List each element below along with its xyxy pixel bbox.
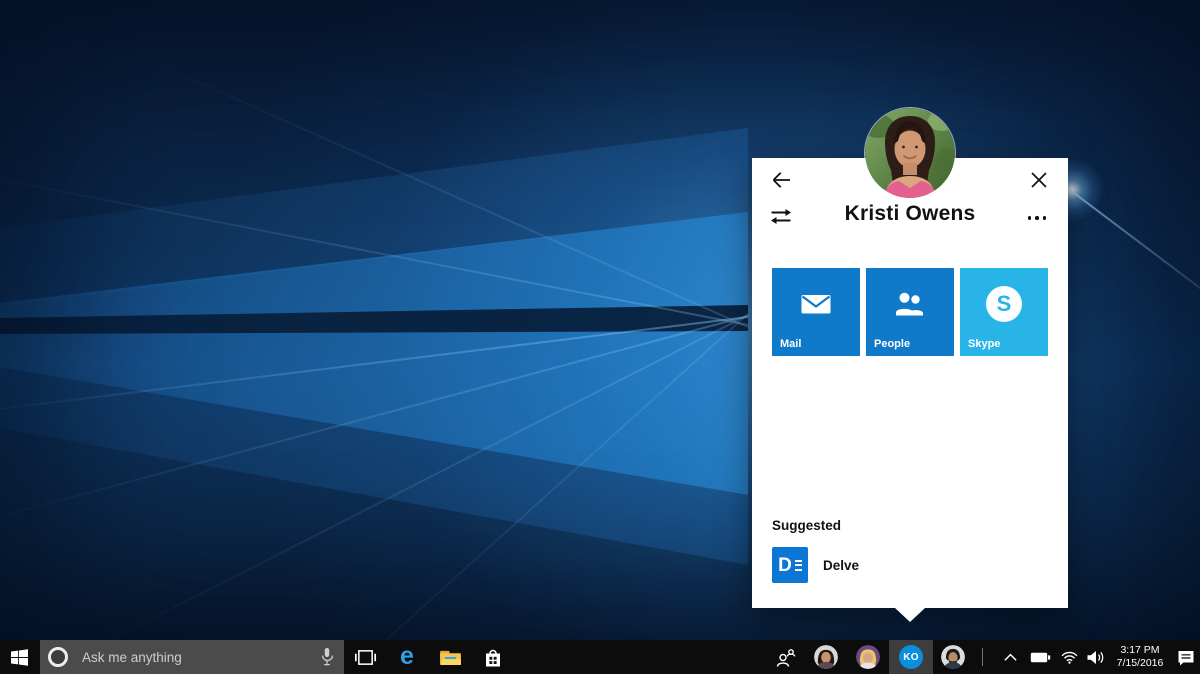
wallpaper-light-beam <box>227 313 749 674</box>
wallpaper-light-beam <box>108 41 748 328</box>
battery-status-button[interactable] <box>1026 640 1054 674</box>
tray-divider <box>982 648 983 666</box>
mail-icon <box>800 292 832 316</box>
mail-tile[interactable]: Mail <box>772 268 860 356</box>
clock-date: 7/15/2016 <box>1117 657 1164 670</box>
suggested-app-delve[interactable]: D Delve <box>772 547 859 583</box>
volume-icon <box>1087 650 1105 665</box>
tile-label: People <box>874 338 910 350</box>
skype-icon: S <box>986 286 1022 322</box>
battery-icon <box>1030 652 1051 663</box>
windows-logo-icon <box>11 649 28 666</box>
contact-photo <box>941 645 965 669</box>
store-icon <box>483 647 503 668</box>
suggested-app-label: Delve <box>823 558 859 573</box>
tile-label: Mail <box>780 338 801 350</box>
contact-avatar <box>865 108 955 198</box>
back-icon <box>770 169 792 191</box>
skype-tile[interactable]: S Skype <box>960 268 1048 356</box>
pinned-contact-avatar-3[interactable] <box>941 645 965 669</box>
clock[interactable]: 3:17 PM 7/15/2016 <box>1110 643 1170 671</box>
network-status-button[interactable] <box>1055 640 1083 674</box>
my-people-button[interactable] <box>768 640 804 674</box>
back-button[interactable] <box>768 167 794 193</box>
cortana-icon <box>48 647 68 667</box>
microphone-icon[interactable] <box>320 647 334 667</box>
chevron-up-icon <box>1003 652 1018 662</box>
my-people-flyout: Kristi Owens Mail People <box>752 158 1068 608</box>
action-center-button[interactable] <box>1172 640 1200 674</box>
tile-label: Skype <box>968 338 1000 350</box>
contact-photo <box>856 645 880 669</box>
store-button[interactable] <box>475 640 511 674</box>
search-input[interactable] <box>80 649 280 666</box>
action-center-icon <box>1177 649 1195 666</box>
pinned-contact-avatar-1[interactable] <box>814 645 838 669</box>
taskbar: e <box>0 640 1200 674</box>
file-explorer-icon <box>439 648 462 666</box>
file-explorer-button[interactable] <box>432 640 468 674</box>
wallpaper-light-beam <box>0 315 748 534</box>
contact-photo <box>814 645 838 669</box>
contact-name: Kristi Owens <box>752 202 1068 226</box>
app-tiles: Mail People S Skype <box>772 268 1048 356</box>
delve-logo-lines <box>795 560 802 571</box>
cortana-search-box[interactable] <box>40 640 344 674</box>
contact-initials: KO <box>903 652 919 663</box>
flyout-pointer <box>895 608 925 622</box>
people-icon <box>893 291 927 317</box>
people-tile[interactable]: People <box>866 268 954 356</box>
skype-logo-letter: S <box>997 293 1012 315</box>
contact-initials-badge: KO <box>899 645 923 669</box>
show-hidden-icons-button[interactable] <box>996 640 1024 674</box>
desktop: Kristi Owens Mail People <box>0 0 1200 674</box>
active-contact-button[interactable]: KO <box>889 640 933 674</box>
contact-photo <box>865 108 955 198</box>
delve-logo-letter: D <box>778 556 792 575</box>
wallpaper-light-beam <box>53 314 749 670</box>
task-view-button[interactable] <box>347 640 383 674</box>
wifi-icon <box>1061 651 1078 664</box>
close-icon <box>1031 172 1047 188</box>
suggested-heading: Suggested <box>772 518 841 533</box>
volume-button[interactable] <box>1082 640 1110 674</box>
my-people-icon <box>776 647 797 668</box>
close-button[interactable] <box>1026 167 1052 193</box>
edge-browser-button[interactable]: e <box>389 640 425 674</box>
task-view-icon <box>354 648 377 667</box>
wallpaper-light-beam <box>0 168 748 326</box>
pinned-contact-avatar-2[interactable] <box>856 645 880 669</box>
start-button[interactable] <box>0 640 38 674</box>
edge-icon: e <box>400 644 414 669</box>
delve-icon: D <box>772 547 808 583</box>
clock-time: 3:17 PM <box>1120 644 1159 657</box>
